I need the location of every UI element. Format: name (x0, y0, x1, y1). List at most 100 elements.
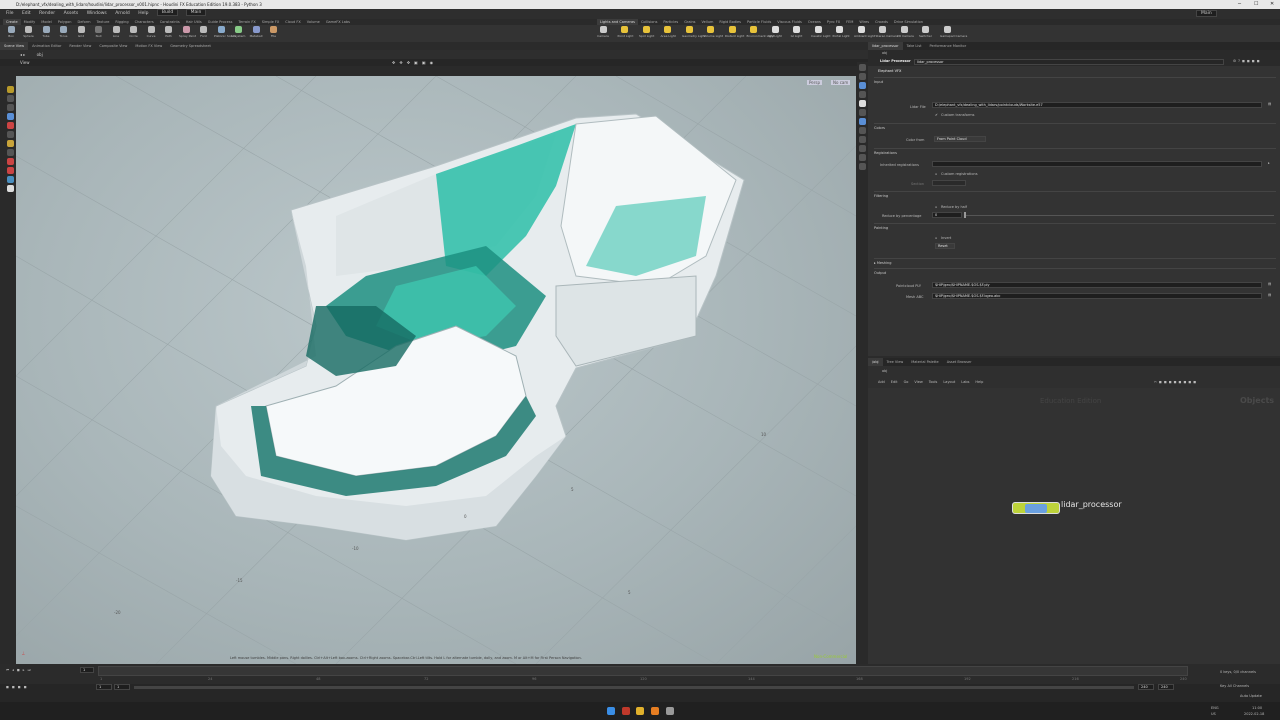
lidar-processor-node[interactable] (1012, 502, 1060, 514)
section-registrations[interactable]: Registrations (874, 148, 1276, 156)
snap-tool-icon[interactable] (6, 176, 14, 183)
pane-tab[interactable]: Render View (65, 42, 95, 50)
reduce-half-checkbox[interactable]: ▫ (935, 205, 937, 209)
lighting-icon[interactable] (859, 109, 866, 116)
background-icon[interactable] (859, 145, 866, 152)
shelf-tool[interactable]: Distant Light (725, 26, 744, 38)
pane-tab[interactable]: Geometry Spreadsheet (166, 42, 215, 50)
shelf-tool[interactable]: Platonic Solids (214, 26, 236, 38)
shelf-tool[interactable]: Spray Paint (179, 26, 196, 38)
abc-browse-icon[interactable]: ▤ (1268, 293, 1271, 297)
shelf-tool[interactable]: Ambient Light (854, 26, 875, 38)
reduce-pct-slider[interactable] (964, 215, 1274, 216)
start-frame-field-2[interactable]: 1 (114, 684, 130, 690)
network-canvas[interactable]: Education Edition Objects lidar_processo… (868, 388, 1280, 664)
persp-menu[interactable]: Persp (807, 80, 822, 85)
network-menu-item[interactable]: Labs (961, 380, 969, 384)
shelf-tool[interactable]: Curve (144, 26, 158, 38)
paint-tool-icon[interactable] (6, 167, 14, 174)
end-frame-field[interactable]: 240 (1138, 684, 1154, 690)
range-slider[interactable] (134, 686, 1134, 689)
invert-checkbox[interactable]: ▫ (935, 236, 937, 240)
close-button[interactable]: ✕ (1270, 0, 1274, 9)
file-browse-icon[interactable]: ▤ (1268, 102, 1271, 106)
handle-tool-icon[interactable] (6, 122, 14, 129)
network-tab[interactable]: Asset Browser (943, 358, 976, 366)
network-tools-icon[interactable]: ✂◼◼◼◼◼◼◼◼ (1154, 380, 1198, 384)
section-painting[interactable]: Painting (874, 223, 1276, 231)
menu-assets[interactable]: Assets (64, 11, 79, 16)
mesh-abc-field[interactable]: $HIP/geo/$HIPNAME.$OS.$F.bgeo.abc (932, 293, 1262, 299)
menu-windows[interactable]: Windows (87, 11, 107, 16)
camera-menu[interactable]: No cam (831, 80, 851, 85)
camera-tool-icon[interactable] (6, 149, 14, 156)
lidar-file-field[interactable]: D:/elephant_vfx/dealing_with_lidars/poin… (932, 102, 1262, 108)
shelf-tool[interactable]: Torus (57, 26, 71, 38)
start-icon[interactable] (607, 707, 615, 715)
normals-display-icon[interactable] (859, 127, 866, 134)
clock-time[interactable]: 11:00 (1252, 706, 1262, 710)
network-tab[interactable]: /obj (868, 358, 883, 366)
shelf-tool[interactable]: File (267, 26, 281, 38)
magnet-tool-icon[interactable] (6, 158, 14, 165)
section-input[interactable]: Input (874, 77, 1276, 85)
key-all-channels[interactable]: Key All Channels (1220, 684, 1249, 688)
shelf-tool[interactable]: Portal Light (833, 26, 850, 38)
node-name-field[interactable]: lidar_processor (914, 59, 1224, 65)
shelf-tool[interactable]: Area Light (661, 26, 676, 38)
pane-tab[interactable]: Composite View (95, 42, 131, 50)
timeline-track[interactable] (98, 666, 1188, 676)
pane-tab[interactable]: Take List (903, 42, 926, 50)
section-filtering[interactable]: Filtering (874, 191, 1276, 199)
app-icon-4[interactable] (666, 707, 674, 715)
right-desktop-select[interactable]: Main (1196, 10, 1217, 17)
section-output[interactable]: Output (874, 268, 1276, 276)
wireframe-icon[interactable] (859, 91, 866, 98)
clock-date[interactable]: 2022-02-18 (1244, 712, 1264, 716)
3d-view[interactable]: 10 5 0 5 -10 -15 -20 Persp No cam Non-Co… (16, 76, 856, 664)
shelf-tool[interactable]: Path (162, 26, 176, 38)
current-frame-field[interactable]: 1 (80, 667, 94, 673)
custom-registrations-checkbox[interactable]: ▫ (935, 172, 937, 176)
network-menu-item[interactable]: Go (904, 380, 909, 384)
auto-update[interactable]: Auto Update (1240, 694, 1262, 698)
menu-file[interactable]: File (6, 11, 14, 16)
inherited-registrations-field[interactable] (932, 161, 1262, 167)
display-mode-icon[interactable] (859, 82, 866, 89)
view-tool-icon[interactable] (6, 185, 14, 192)
lidar-processor-node-label[interactable]: lidar_processor (1061, 500, 1122, 509)
lock-view-icon[interactable] (859, 64, 866, 71)
color-from-select[interactable]: From Point Cloud (934, 136, 986, 142)
maximize-button[interactable]: ☐ (1254, 0, 1258, 9)
scale-tool-icon[interactable] (6, 113, 14, 120)
display-options-icon[interactable]: ✥✥✥▣▣◉ (392, 59, 437, 66)
network-menu-item[interactable]: Layout (943, 380, 955, 384)
pane-tab[interactable]: lidar_processor (868, 42, 903, 50)
shelf-tool[interactable]: Stereo Camera (876, 26, 898, 38)
pointcloud-ply-field[interactable]: $HIP/geo/$HIPNAME.$OS.$F.ply (932, 282, 1262, 288)
rotate-tool-icon[interactable] (6, 104, 14, 111)
ghost-icon[interactable] (859, 136, 866, 143)
start-frame-field[interactable]: 1 (96, 684, 112, 690)
app-icon-1[interactable] (622, 707, 630, 715)
range-controls-icon[interactable]: ◼◼◼◼ (6, 685, 30, 689)
shelf-tool[interactable]: Box (4, 26, 18, 38)
explorer-icon[interactable] (636, 707, 644, 715)
shelf-tool[interactable]: Grid (74, 26, 88, 38)
pose-tool-icon[interactable] (6, 131, 14, 138)
network-tab[interactable]: Tree View (883, 358, 908, 366)
custom-transforms-checkbox[interactable]: ✔ (935, 113, 938, 117)
shelf-tool[interactable]: L-System (232, 26, 246, 38)
shelf-tool[interactable]: Caustic Light (811, 26, 831, 38)
network-menu-item[interactable]: Tools (929, 380, 938, 384)
parm-options-icon[interactable]: ⚙?◼◼◼◼ (1233, 59, 1262, 63)
shelf-tool[interactable]: Geometry Light (682, 26, 705, 38)
shelf-tool[interactable]: Switcher (919, 26, 933, 38)
shelf-tool[interactable]: Tube (39, 26, 53, 38)
menu-help[interactable]: Help (138, 11, 148, 16)
network-menu-item[interactable]: View (914, 380, 922, 384)
camera-menu-icon[interactable] (859, 163, 866, 170)
viewport-path[interactable]: obj (37, 52, 43, 57)
home-view-icon[interactable] (859, 73, 866, 80)
pane-tab[interactable]: Animation Editor (28, 42, 65, 50)
